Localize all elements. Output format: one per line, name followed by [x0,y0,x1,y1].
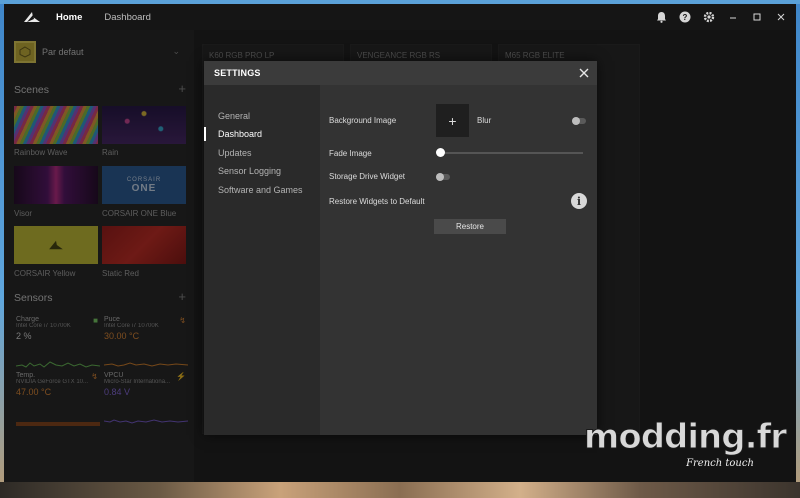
watermark-tagline: French touch [685,458,754,469]
settings-nav: General Dashboard Updates Sensor Logging… [204,85,320,435]
gear-icon[interactable] [702,10,716,24]
title-bar: Home Dashboard ? [4,4,796,30]
svg-text:?: ? [683,13,688,22]
settings-dialog: SETTINGS General Dashboard Updates Senso… [204,61,597,435]
settings-nav-general[interactable]: General [218,111,250,121]
bell-icon[interactable] [654,10,668,24]
add-background-image-button[interactable]: + [436,104,469,137]
dialog-header: SETTINGS [204,61,597,85]
settings-content: Background Image + Blur Fade Image Stora… [320,85,597,435]
blur-label: Blur [477,116,492,125]
minimize-icon[interactable] [726,10,740,24]
desktop-wallpaper-bottom [0,482,800,498]
dialog-title: SETTINGS [214,68,261,78]
fade-image-label: Fade Image [329,149,372,158]
restore-widgets-label: Restore Widgets to Default [329,197,425,206]
settings-nav-software-games[interactable]: Software and Games [218,185,303,195]
close-icon[interactable] [579,66,589,81]
watermark-logo: modding.fr French touch [580,410,790,470]
active-nav-indicator [204,127,206,141]
watermark-text: modding.fr [584,417,787,457]
help-icon[interactable]: ? [678,10,692,24]
tab-dashboard[interactable]: Dashboard [104,12,150,23]
settings-nav-dashboard[interactable]: Dashboard [218,129,262,139]
storage-widget-label: Storage Drive Widget [329,172,406,181]
info-icon[interactable]: i [571,193,587,209]
tab-home[interactable]: Home [56,12,82,23]
close-window-icon[interactable] [774,10,788,24]
slider-knob[interactable] [436,148,445,157]
restore-button[interactable]: Restore [434,219,506,234]
settings-nav-sensor-logging[interactable]: Sensor Logging [218,166,281,176]
plus-icon: + [448,112,457,129]
blur-toggle[interactable] [572,117,586,125]
settings-nav-updates[interactable]: Updates [218,148,252,158]
background-image-label: Background Image [329,116,397,125]
corsair-logo-icon [22,7,42,27]
storage-widget-toggle[interactable] [436,173,450,181]
maximize-icon[interactable] [750,10,764,24]
fade-image-slider[interactable] [436,148,583,157]
